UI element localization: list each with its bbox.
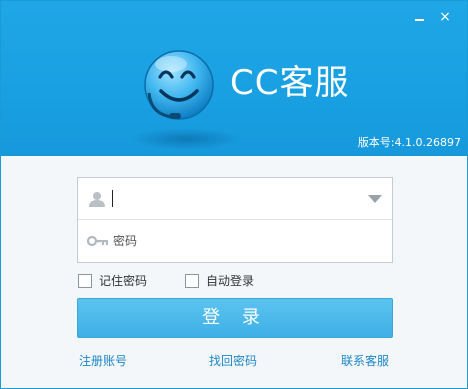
minimize-icon	[415, 19, 424, 21]
remember-password-label: 记住密码	[99, 274, 148, 288]
remember-password-checkbox[interactable]: 记住密码	[78, 273, 147, 289]
checkbox-box[interactable]	[185, 274, 199, 288]
app-title: CC客服	[230, 63, 350, 103]
auto-login-label: 自动登录	[206, 274, 255, 288]
login-button[interactable]: 登 录	[77, 298, 393, 338]
username-input[interactable]	[111, 189, 361, 209]
smiley-headset-icon	[144, 50, 214, 120]
credentials-box: 密码	[77, 177, 393, 263]
minimize-button[interactable]	[409, 7, 431, 27]
close-button[interactable]: ×	[434, 7, 456, 27]
login-window: × CC客服 版本号:4.1.0.26897 密码 记住密码 自动登录 登 录 …	[0, 0, 468, 389]
password-field[interactable]: 密码	[113, 232, 137, 250]
version-label: 版本号:4.1.0.26897	[357, 136, 461, 149]
contact-support-link[interactable]: 联系客服	[341, 353, 389, 369]
auto-login-checkbox[interactable]: 自动登录	[185, 273, 254, 289]
text-caret	[112, 190, 113, 207]
username-row	[78, 178, 392, 220]
recover-password-link[interactable]: 找回密码	[209, 353, 257, 369]
account-dropdown-button[interactable]	[365, 189, 385, 209]
checkbox-box[interactable]	[78, 274, 92, 288]
register-link[interactable]: 注册账号	[79, 353, 127, 369]
password-row[interactable]: 密码	[78, 220, 392, 262]
user-icon	[89, 192, 105, 207]
key-icon	[87, 235, 108, 247]
login-form: 密码 记住密码 自动登录 登 录 注册账号 找回密码 联系客服	[1, 156, 467, 388]
logo-shadow	[131, 128, 241, 150]
chevron-down-icon	[368, 195, 382, 203]
header: × CC客服 版本号:4.1.0.26897	[1, 1, 467, 156]
